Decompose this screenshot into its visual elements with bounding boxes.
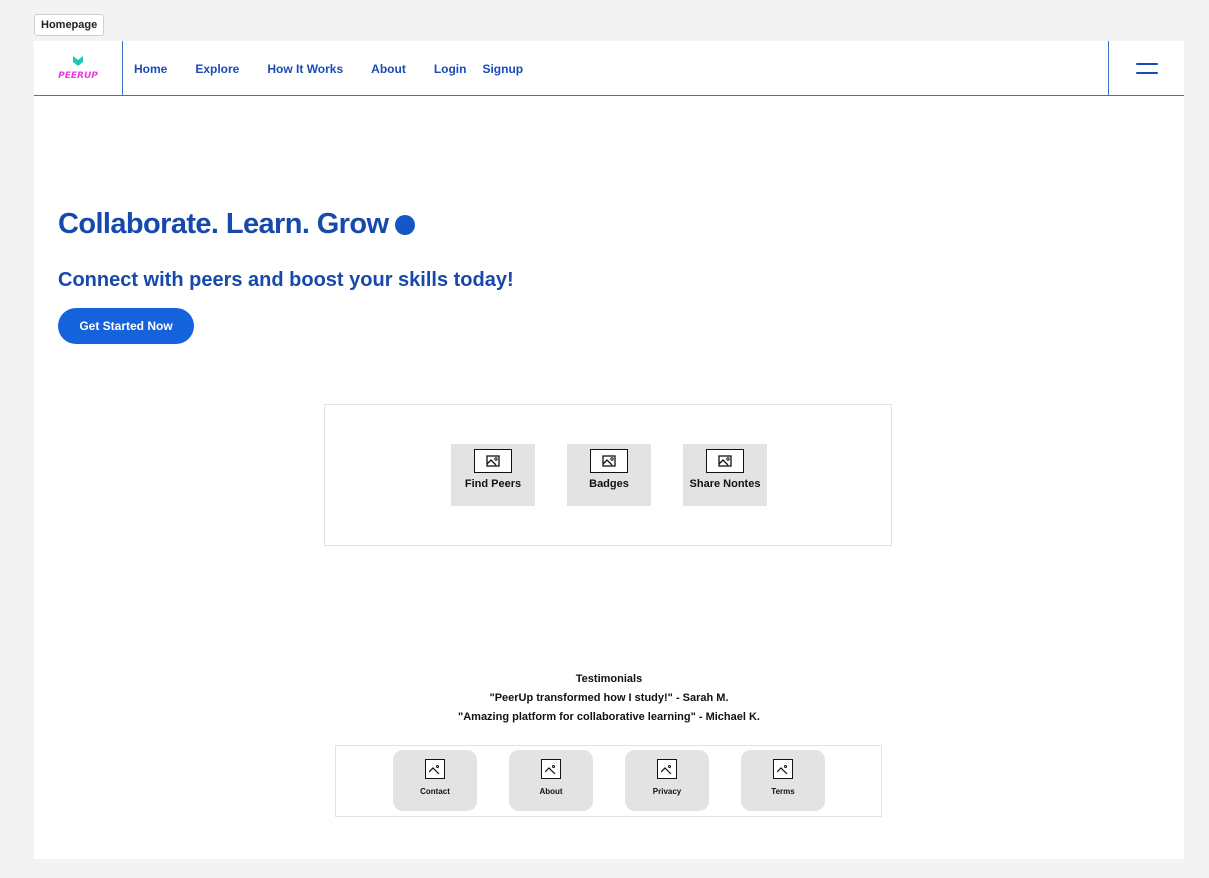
logo-container[interactable]: PEERUP [34,41,123,96]
testimonial-quote: "Amazing platform for collaborative lear… [458,711,760,723]
image-placeholder-icon [425,759,445,779]
image-placeholder-icon [657,759,677,779]
testimonial-quote: "PeerUp transformed how I study!" - Sara… [489,692,729,704]
image-placeholder-icon [773,759,793,779]
svg-text:PEERUP: PEERUP [58,71,98,81]
feature-label: Share Nontes [689,478,761,490]
hero-subtitle: Connect with peers and boost your skills… [58,269,514,291]
image-placeholder-icon [474,449,512,473]
image-placeholder-icon [706,449,744,473]
homepage-frame: PEERUP Home Explore How It Works About L… [34,41,1184,859]
top-navbar: PEERUP Home Explore How It Works About L… [34,41,1184,96]
hamburger-menu-icon[interactable] [1135,62,1158,75]
frame-label: Homepage [34,14,105,36]
hero-title-text: Collaborate. Learn. Grow [58,208,389,240]
nav-link-explore[interactable]: Explore [195,62,239,76]
image-placeholder-icon [541,759,561,779]
footer-label: Terms [771,787,795,796]
nav-link-how-it-works[interactable]: How It Works [267,62,343,76]
footer-terms[interactable]: Terms [741,750,825,811]
footer-label: About [539,787,563,796]
footer-privacy[interactable]: Privacy [625,750,709,811]
footer-about[interactable]: About [509,750,593,811]
nav-link-login[interactable]: Login [434,62,467,76]
peerup-logo: PEERUP [58,55,98,81]
feature-share-notes[interactable]: Share Nontes [683,444,767,506]
feature-label: Find Peers [464,478,522,490]
nav-link-home[interactable]: Home [134,62,167,76]
features-panel: Find Peers Badges Share Nontes [324,404,892,546]
footer-label: Privacy [652,787,682,796]
menu-container [1108,41,1184,96]
feature-badges[interactable]: Badges [567,444,651,506]
testimonials-heading: Testimonials [575,673,643,685]
image-placeholder-icon [590,449,628,473]
feature-find-peers[interactable]: Find Peers [451,444,535,506]
hero-title: Collaborate. Learn. Grow [58,208,416,241]
get-started-button[interactable]: Get Started Now [58,308,194,344]
feature-label: Badges [589,478,629,490]
dot-icon [395,214,416,235]
footer-label: Contact [420,787,450,796]
footer-contact[interactable]: Contact [393,750,477,811]
nav-links: Home Explore How It Works About Login Si… [134,41,551,96]
nav-link-about[interactable]: About [371,62,406,76]
footer-links-panel: Contact About Privacy Terms [335,745,882,817]
nav-link-signup[interactable]: Signup [482,62,523,76]
